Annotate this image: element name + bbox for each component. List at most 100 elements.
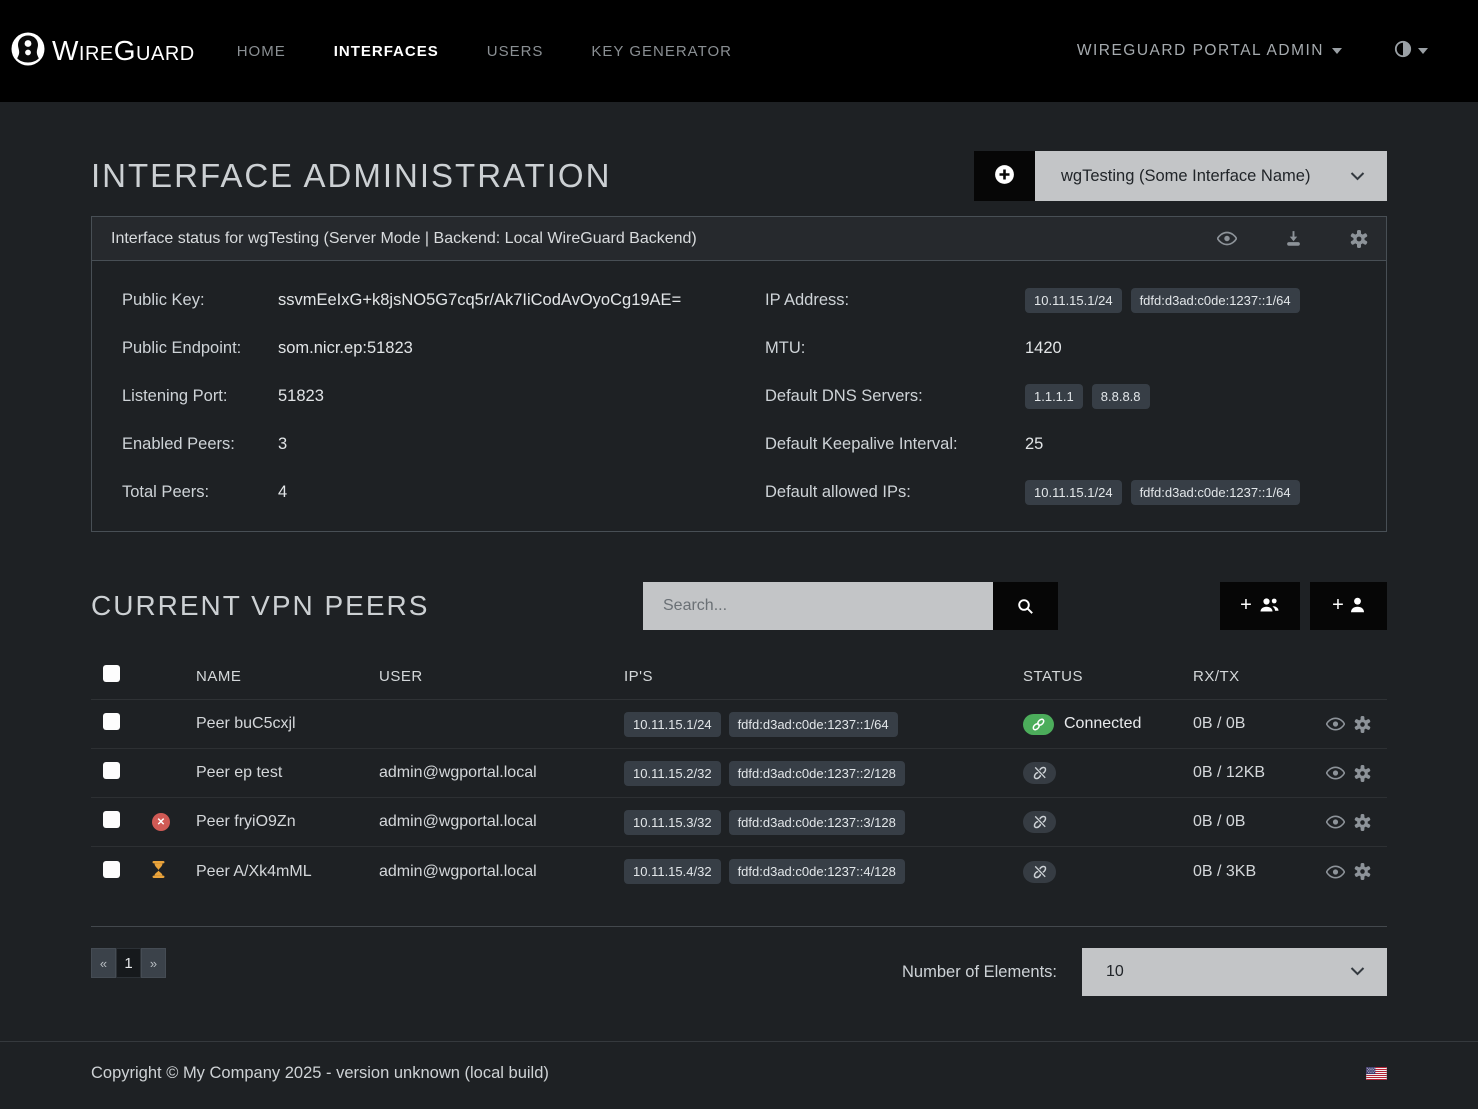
peer-user: admin@wgportal.local (379, 813, 624, 831)
nav-interfaces[interactable]: INTERFACES (334, 43, 439, 60)
field-label: Default allowed IPs: (765, 483, 1025, 502)
field-label: MTU: (765, 339, 1025, 358)
peer-settings-icon[interactable] (1354, 716, 1371, 733)
ip-badge: fdfd:d3ad:c0de:1237::1/64 (1131, 288, 1300, 313)
dns-badge: 1.1.1.1 (1025, 384, 1083, 409)
pagination: « 1 » (91, 948, 166, 978)
table-row: Peer buC5cxjl 10.11.15.1/24 fdfd:d3ad:c0… (91, 700, 1387, 749)
add-peer-button[interactable]: + (1310, 582, 1387, 630)
link-slash-icon (1032, 864, 1048, 880)
ip-badge: 10.11.15.1/24 (1025, 288, 1122, 313)
peer-view-icon[interactable] (1326, 814, 1345, 831)
card-title: Interface status for wgTesting (Server M… (111, 230, 697, 248)
download-config-button[interactable] (1285, 230, 1302, 247)
disconnected-pill (1023, 762, 1056, 784)
peer-ip-badge: 10.11.15.3/32 (624, 810, 721, 835)
listening-port-value: 51823 (278, 387, 324, 406)
peer-user: admin@wgportal.local (379, 764, 624, 782)
status-label: Connected (1064, 715, 1141, 733)
interface-settings-button[interactable] (1350, 230, 1368, 248)
pagination-prev[interactable]: « (91, 948, 116, 978)
search-button[interactable] (993, 582, 1058, 630)
link-slash-icon (1032, 765, 1048, 781)
peers-title: CURRENT VPN PEERS (91, 590, 429, 622)
caret-down-icon (1418, 48, 1428, 54)
peer-ip-badge: 10.11.15.4/32 (624, 859, 721, 884)
pagination-current-page[interactable]: 1 (116, 948, 141, 978)
peer-view-icon[interactable] (1326, 863, 1345, 880)
row-checkbox[interactable] (103, 861, 120, 878)
caret-down-icon (1332, 48, 1342, 54)
table-header: NAME USER IP'S STATUS RX/TX (91, 653, 1387, 700)
add-interface-button[interactable] (974, 151, 1035, 201)
peer-ip-badge: fdfd:d3ad:c0de:1237::1/64 (729, 712, 898, 737)
public-endpoint-value: som.nicr.ep:51823 (278, 339, 413, 358)
field-label: Default Keepalive Interval: (765, 435, 1025, 454)
column-name: NAME (196, 668, 379, 685)
peer-name: Peer A/Xk4mML (196, 863, 379, 881)
hourglass-icon (152, 861, 165, 883)
select-all-checkbox[interactable] (103, 665, 120, 682)
chevron-down-icon (1350, 963, 1365, 981)
copyright-text: Copyright © My Company 2025 - version un… (91, 1064, 549, 1083)
peer-view-icon[interactable] (1326, 716, 1345, 733)
search-icon (1017, 598, 1034, 615)
field-label: Enabled Peers: (122, 435, 278, 454)
nav-items: HOME INTERFACES USERS KEY GENERATOR (237, 43, 732, 60)
mtu-value: 1420 (1025, 339, 1062, 358)
download-icon (1285, 230, 1302, 247)
interface-status-card: Interface status for wgTesting (Server M… (91, 216, 1387, 532)
brand[interactable]: WireGuard (10, 31, 195, 72)
language-us-flag-icon[interactable] (1366, 1067, 1387, 1080)
user-menu-label: WIREGUARD PORTAL ADMIN (1077, 42, 1324, 60)
plus-icon: + (1240, 595, 1252, 615)
navbar: WireGuard HOME INTERFACES USERS KEY GENE… (0, 0, 1478, 102)
user-menu[interactable]: WIREGUARD PORTAL ADMIN (1077, 42, 1342, 60)
search-input[interactable] (643, 582, 993, 630)
eye-icon (1217, 231, 1237, 246)
peer-settings-icon[interactable] (1354, 863, 1371, 880)
nav-users[interactable]: USERS (487, 43, 544, 60)
gear-icon (1350, 230, 1368, 248)
field-label: Total Peers: (122, 483, 278, 502)
table-row: Peer ep test admin@wgportal.local 10.11.… (91, 749, 1387, 798)
nav-key-generator[interactable]: KEY GENERATOR (591, 43, 732, 60)
interface-select[interactable]: wgTesting (Some Interface Name) (1035, 151, 1387, 201)
peer-settings-icon[interactable] (1354, 814, 1371, 831)
total-peers-value: 4 (278, 483, 287, 502)
peer-name: Peer fryiO9Zn (196, 813, 379, 831)
disconnected-pill (1023, 811, 1056, 833)
peer-name: Peer ep test (196, 764, 379, 782)
peer-rxtx: 0B / 3KB (1193, 863, 1319, 881)
peer-rxtx: 0B / 0B (1193, 715, 1319, 733)
row-checkbox[interactable] (103, 762, 120, 779)
page-size-select[interactable]: 10 (1082, 948, 1387, 996)
page-size-value: 10 (1106, 963, 1350, 981)
enabled-peers-value: 3 (278, 435, 287, 454)
peer-settings-icon[interactable] (1354, 765, 1371, 782)
peer-ip-badge: 10.11.15.1/24 (624, 712, 721, 737)
dns-badge: 8.8.8.8 (1092, 384, 1150, 409)
public-key-value: ssvmEeIxG+k8jsNO5G7cq5r/Ak7IiCodAvOyoCg1… (278, 291, 681, 310)
connected-pill (1023, 714, 1054, 735)
show-config-button[interactable] (1217, 231, 1237, 246)
theme-toggle[interactable] (1394, 40, 1428, 63)
disconnected-pill (1023, 861, 1056, 883)
column-user: USER (379, 668, 624, 685)
pagination-next[interactable]: » (141, 948, 166, 978)
keepalive-value: 25 (1025, 435, 1043, 454)
page-title: INTERFACE ADMINISTRATION (91, 157, 611, 195)
row-checkbox[interactable] (103, 713, 120, 730)
users-icon (1258, 597, 1280, 616)
peer-rxtx: 0B / 0B (1193, 813, 1319, 831)
field-label: IP Address: (765, 291, 1025, 310)
peer-user: admin@wgportal.local (379, 863, 624, 881)
peer-view-icon[interactable] (1326, 765, 1345, 782)
column-status: STATUS (1023, 668, 1193, 685)
peers-table: NAME USER IP'S STATUS RX/TX Peer buC5cxj… (91, 653, 1387, 927)
row-checkbox[interactable] (103, 811, 120, 828)
table-row: ✕ Peer fryiO9Zn admin@wgportal.local 10.… (91, 798, 1387, 847)
add-multiple-peers-button[interactable]: + (1220, 582, 1300, 630)
peer-rxtx: 0B / 12KB (1193, 764, 1319, 782)
nav-home[interactable]: HOME (237, 43, 286, 60)
